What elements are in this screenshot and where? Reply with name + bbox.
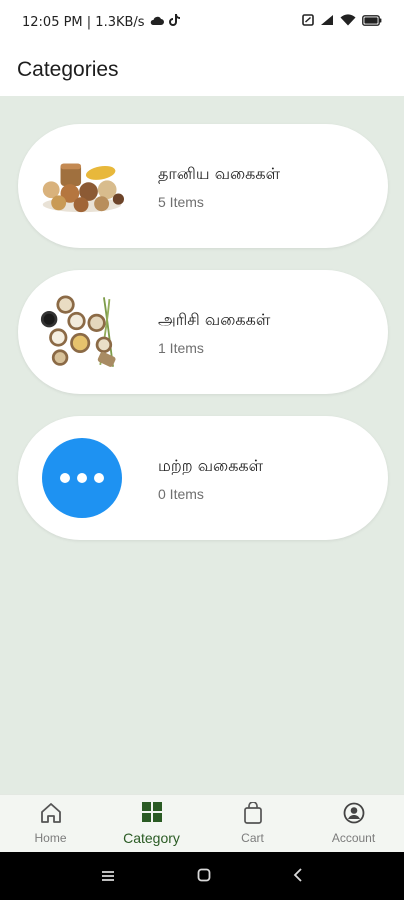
home-icon [39, 802, 63, 828]
back-chevron-icon[interactable] [293, 866, 303, 887]
category-item-count: 1 Items [158, 340, 204, 356]
tiktok-icon [168, 14, 180, 30]
category-title: மற்ற வகைகள் [158, 456, 264, 475]
category-card-others[interactable]: மற்ற வகைகள் 0 Items [18, 416, 388, 540]
nav-cart[interactable]: Cart [202, 795, 303, 852]
dot [94, 473, 104, 483]
status-time: 12:05 PM | 1.3KB/s [22, 14, 145, 30]
account-icon [343, 802, 365, 828]
app-bar: Categories [0, 44, 404, 96]
category-item-count: 0 Items [158, 486, 204, 502]
category-card-grains[interactable]: தானிய வகைகள் 5 Items [18, 124, 388, 248]
category-card-rice[interactable]: அரிசி வகைகள் 1 Items [18, 270, 388, 394]
nav-label: Category [123, 830, 180, 846]
cloud-icon [150, 15, 164, 30]
nav-label: Cart [241, 831, 264, 845]
status-bar: 12:05 PM | 1.3KB/s [0, 0, 404, 44]
dot [60, 473, 70, 483]
category-text: மற்ற வகைகள் 0 Items [158, 456, 263, 502]
battery-icon [362, 14, 382, 30]
category-list: தானிய வகைகள் 5 Items அரிசி வகைகள் 1 Item… [0, 96, 404, 794]
status-left: 12:05 PM | 1.3KB/s [22, 14, 180, 30]
nav-home[interactable]: Home [0, 795, 101, 852]
menu-icon[interactable] [101, 866, 115, 887]
category-text: தானிய வகைகள் 5 Items [158, 164, 280, 210]
system-nav-bar [0, 852, 404, 900]
status-right [302, 14, 382, 30]
wifi-icon [340, 14, 356, 30]
nav-label: Account [331, 831, 376, 845]
category-title: அரிசி வகைகள் [158, 310, 271, 329]
more-circle [42, 438, 122, 518]
home-circle-icon[interactable] [197, 866, 211, 887]
dot [77, 473, 87, 483]
page-title: Categories [17, 58, 119, 81]
category-grid-icon [141, 801, 163, 827]
nav-category[interactable]: Category [101, 795, 202, 852]
category-item-count: 5 Items [158, 194, 204, 210]
category-text: அரிசி வகைகள் 1 Items [158, 310, 270, 356]
cart-bag-icon [243, 801, 263, 828]
category-title: தானிய வகைகள் [158, 164, 281, 183]
nav-account[interactable]: Account [303, 795, 404, 852]
sim-icon [302, 14, 314, 30]
nav-label: Home [34, 831, 67, 845]
more-icon [40, 436, 124, 520]
grains-image [40, 144, 124, 228]
bottom-nav: Home Category Cart Account [0, 794, 404, 852]
rice-image [40, 290, 124, 374]
signal-icon [320, 14, 334, 30]
